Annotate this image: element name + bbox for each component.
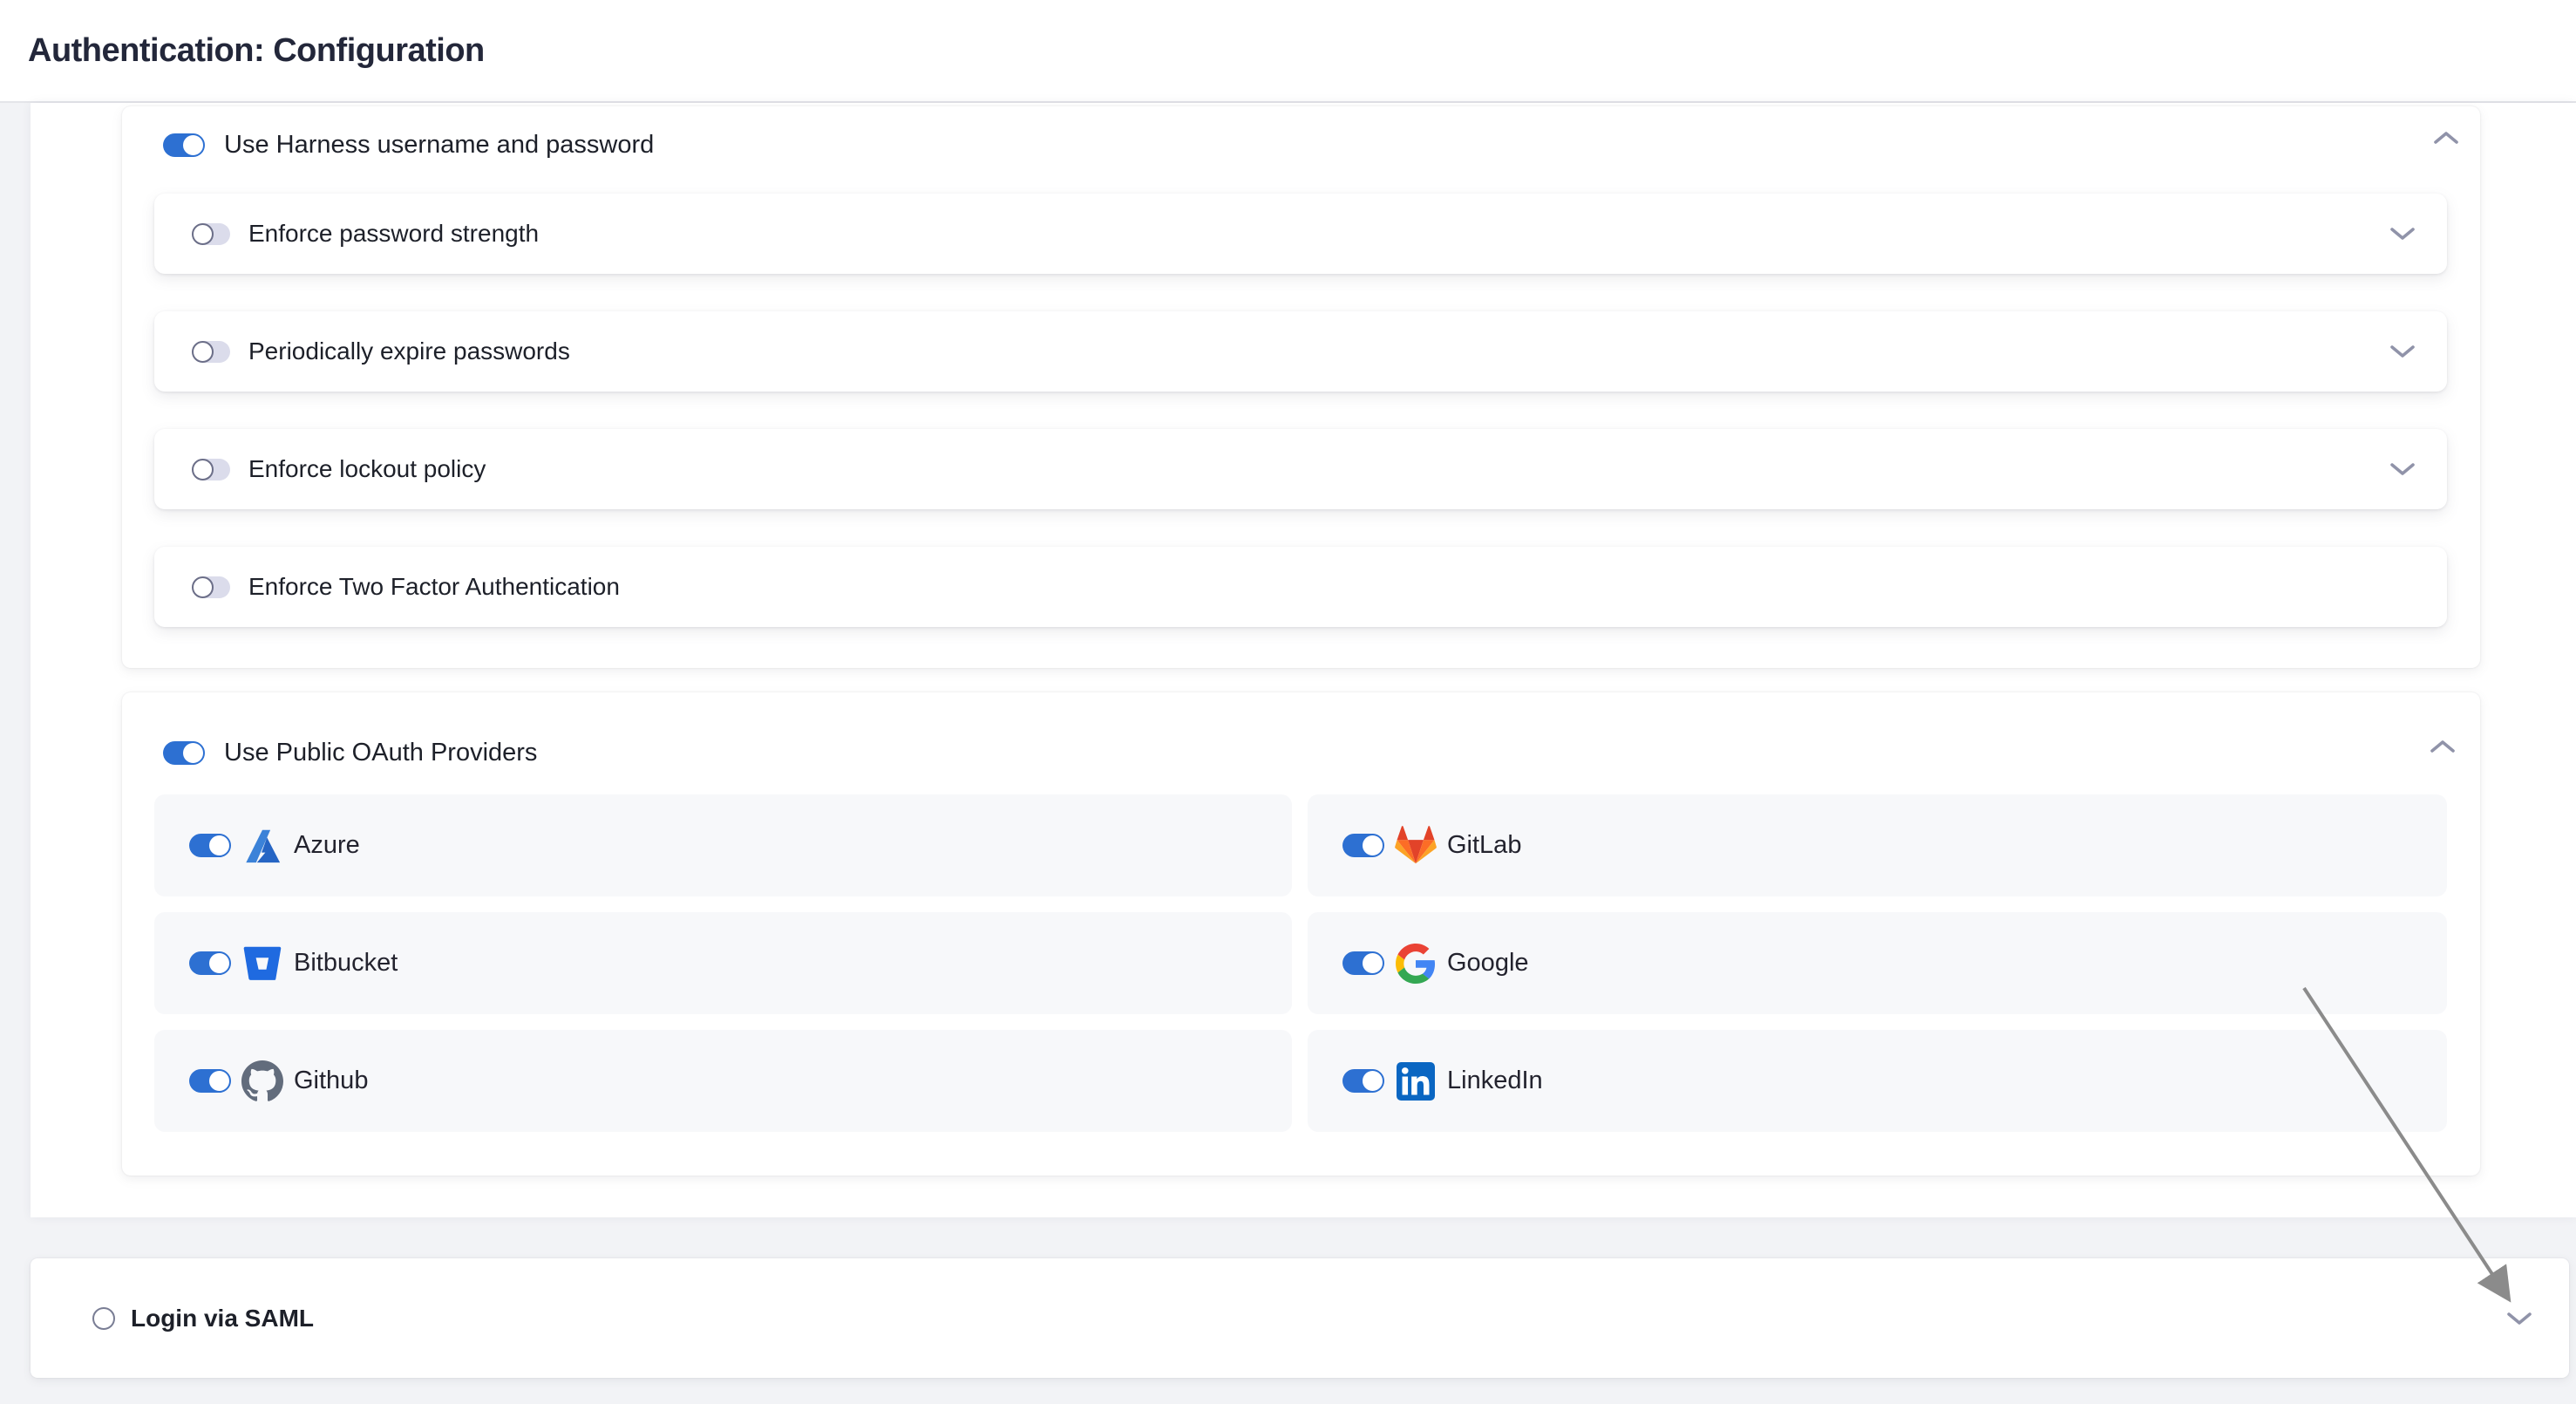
toggle-knob	[192, 341, 214, 363]
gitlab-toggle[interactable]	[1342, 834, 1383, 857]
toggle-knob	[192, 459, 214, 480]
bitbucket-toggle[interactable]	[189, 951, 229, 975]
gitlab-icon	[1395, 825, 1437, 867]
row-periodically-expire-passwords[interactable]: Periodically expire passwords	[154, 311, 2447, 392]
provider-label: Azure	[294, 831, 360, 860]
google-toggle[interactable]	[1342, 951, 1383, 975]
oauth-provider-azure[interactable]: Azure	[154, 794, 1292, 896]
username-password-toggle[interactable]	[163, 133, 203, 157]
username-password-header: Use Harness username and password	[163, 126, 654, 163]
oauth-provider-gitlab[interactable]: GitLab	[1308, 794, 2447, 896]
row-enforce-two-factor-authentication[interactable]: Enforce Two Factor Authentication	[154, 547, 2447, 627]
oauth-provider-grid: Azure GitLab	[154, 794, 2447, 1132]
expire-passwords-toggle[interactable]	[194, 341, 230, 363]
toggle-knob	[1361, 1069, 1384, 1093]
chevron-up-icon[interactable]	[2430, 739, 2456, 753]
row-label: Enforce Two Factor Authentication	[248, 573, 620, 601]
azure-toggle[interactable]	[189, 834, 229, 857]
two-factor-toggle[interactable]	[194, 576, 230, 598]
toggle-knob	[192, 223, 214, 245]
oauth-provider-linkedin[interactable]: LinkedIn	[1308, 1030, 2447, 1132]
toggle-knob	[1361, 834, 1384, 857]
section-username-password: Use Harness username and password Enforc…	[122, 106, 2480, 668]
toggle-knob	[207, 834, 231, 857]
authentication-configuration-page: Authentication: Configuration Use Harnes…	[0, 0, 2576, 1404]
provider-label: Github	[294, 1067, 368, 1095]
oauth-toggle[interactable]	[163, 741, 203, 765]
bitbucket-icon	[241, 943, 283, 985]
toggle-knob	[181, 133, 205, 157]
toggle-knob	[1361, 951, 1384, 975]
github-icon	[241, 1060, 283, 1102]
row-enforce-password-strength[interactable]: Enforce password strength	[154, 194, 2447, 274]
page-title: Authentication: Configuration	[28, 32, 485, 70]
chevron-down-icon[interactable]	[2389, 462, 2416, 476]
provider-label: Bitbucket	[294, 949, 398, 978]
linkedin-icon	[1395, 1060, 1437, 1102]
enforce-password-strength-toggle[interactable]	[194, 223, 230, 245]
section-oauth-providers: Use Public OAuth Providers Azure	[122, 692, 2480, 1176]
provider-label: Google	[1447, 949, 1529, 978]
row-label: Periodically expire passwords	[248, 337, 570, 365]
github-toggle[interactable]	[189, 1069, 229, 1093]
section-saml[interactable]: Login via SAML	[31, 1258, 2569, 1378]
provider-label: GitLab	[1447, 831, 1521, 860]
oauth-provider-google[interactable]: Google	[1308, 912, 2447, 1014]
chevron-down-icon[interactable]	[2389, 227, 2416, 241]
oauth-header: Use Public OAuth Providers	[163, 734, 537, 771]
google-icon	[1395, 943, 1437, 985]
lockout-policy-toggle[interactable]	[194, 459, 230, 480]
saml-radio[interactable]	[92, 1307, 115, 1330]
toggle-knob	[192, 576, 214, 598]
page-header: Authentication: Configuration	[0, 0, 2576, 103]
azure-icon	[241, 825, 283, 867]
section-label: Use Public OAuth Providers	[224, 739, 537, 767]
saml-label: Login via SAML	[131, 1305, 314, 1332]
toggle-knob	[181, 741, 205, 765]
section-label: Use Harness username and password	[224, 131, 654, 160]
row-label: Enforce password strength	[248, 220, 539, 248]
oauth-provider-github[interactable]: Github	[154, 1030, 1292, 1132]
chevron-up-icon[interactable]	[2433, 131, 2459, 145]
linkedin-toggle[interactable]	[1342, 1069, 1383, 1093]
toggle-knob	[207, 1069, 231, 1093]
chevron-down-icon[interactable]	[2506, 1312, 2532, 1326]
provider-label: LinkedIn	[1447, 1067, 1543, 1095]
row-label: Enforce lockout policy	[248, 455, 486, 483]
row-enforce-lockout-policy[interactable]: Enforce lockout policy	[154, 429, 2447, 509]
oauth-provider-bitbucket[interactable]: Bitbucket	[154, 912, 1292, 1014]
chevron-down-icon[interactable]	[2389, 344, 2416, 358]
toggle-knob	[207, 951, 231, 975]
